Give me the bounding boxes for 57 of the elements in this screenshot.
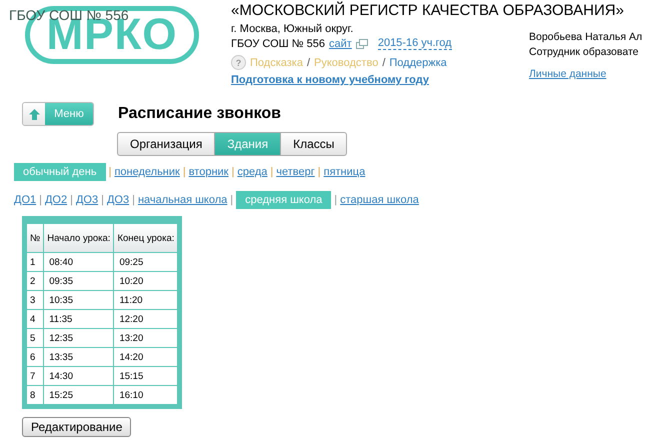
edit-button[interactable]: Редактирование <box>22 417 132 437</box>
tab[interactable]: Здания <box>214 132 282 156</box>
prep-link[interactable]: Подготовка к новому учебному году <box>231 74 529 86</box>
site-title: «МОСКОВСКИЙ РЕГИСТР КАЧЕСТВА ОБРАЗОВАНИЯ» <box>231 2 624 20</box>
filter-link[interactable]: пятница <box>324 166 366 178</box>
filter-link[interactable]: старшая школа <box>340 194 419 206</box>
table-cell: 14:30 <box>44 366 114 386</box>
filter-link[interactable]: среда <box>237 166 268 178</box>
filter-link[interactable]: ДО3 <box>76 194 98 206</box>
filter-link[interactable]: начальная школа <box>138 194 228 206</box>
school-name: ГБОУ СОШ № 556 <box>231 38 326 50</box>
page-title: Расписание звонков <box>118 105 282 123</box>
separator: | <box>318 166 321 178</box>
separator: | <box>230 194 234 206</box>
separator: | <box>270 166 274 178</box>
user-role: Сотрудник образовате <box>529 45 640 60</box>
help-icon[interactable]: ? <box>231 55 246 70</box>
table-cell: 3 <box>24 290 44 310</box>
user-name: Воробьева Наталья Ал <box>529 30 644 45</box>
site-link[interactable]: сайт <box>329 38 352 50</box>
separator: / <box>382 56 386 68</box>
tab[interactable]: Организация <box>117 132 216 156</box>
separator: / <box>306 56 310 68</box>
table-cell: 4 <box>24 310 44 328</box>
district-text: г. Москва, Южный округ. <box>231 23 354 35</box>
separator: | <box>334 194 338 206</box>
separator: | <box>70 194 73 206</box>
help-link[interactable]: Поддержка <box>389 56 447 68</box>
table-cell: 6 <box>24 348 44 366</box>
separator: | <box>182 166 186 178</box>
filter-link[interactable]: ДО2 <box>44 194 68 206</box>
table-cell: 09:35 <box>44 272 114 290</box>
menu-button[interactable]: Меню <box>22 102 94 126</box>
filter-link[interactable]: ДО1 <box>14 194 36 206</box>
table-cell: 1 <box>24 252 44 272</box>
separator: | <box>108 166 112 178</box>
up-arrow-icon <box>28 108 40 120</box>
table-cell: 5 <box>24 328 44 348</box>
filter-link[interactable]: четверг <box>276 166 315 178</box>
tab[interactable]: Классы <box>280 132 348 156</box>
table-cell: 12:35 <box>44 328 114 348</box>
filter-link[interactable]: вторник <box>188 166 228 178</box>
windows-icon <box>356 38 368 48</box>
table-cell: 11:35 <box>44 310 114 328</box>
profile-link[interactable]: Личные данные <box>529 68 644 80</box>
table-cell: 7 <box>24 366 44 386</box>
filter-link[interactable]: ДО3 <box>106 194 130 206</box>
separator: | <box>132 194 135 206</box>
table-cell: 10:35 <box>44 290 114 310</box>
separator: | <box>232 166 234 178</box>
table-cell: 2 <box>24 272 44 290</box>
table-cell: 13:35 <box>44 348 114 366</box>
year-selector[interactable]: 2015-16 уч.год <box>378 37 452 50</box>
separator: | <box>39 194 42 206</box>
separator: | <box>101 194 104 206</box>
table-cell: 08:40 <box>44 252 114 272</box>
filter-link[interactable]: понедельник <box>114 166 180 178</box>
